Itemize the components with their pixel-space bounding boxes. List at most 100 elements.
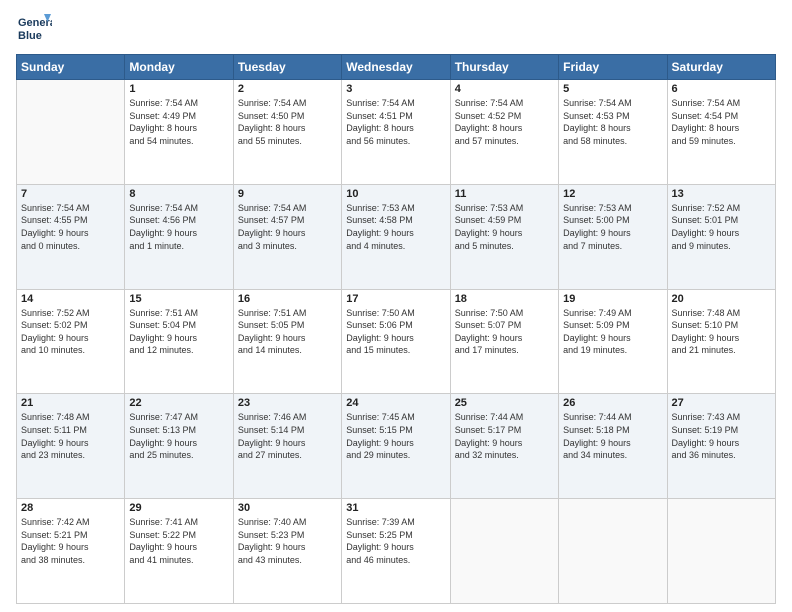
day-number: 5 — [563, 83, 662, 95]
day-cell: 13 Sunrise: 7:52 AM Sunset: 5:01 PM Dayli… — [667, 184, 775, 289]
day-number: 1 — [129, 83, 228, 95]
day-number: 12 — [563, 188, 662, 200]
day-cell: 23Sunrise: 7:46 AM Sunset: 5:14 PM Dayli… — [233, 394, 341, 499]
col-header-friday: Friday — [559, 55, 667, 80]
col-header-saturday: Saturday — [667, 55, 775, 80]
day-cell: 17Sunrise: 7:50 AM Sunset: 5:06 PM Dayli… — [342, 289, 450, 394]
day-cell: 16 Sunrise: 7:51 AM Sunset: 5:05 PM Dayli… — [233, 289, 341, 394]
col-header-thursday: Thursday — [450, 55, 558, 80]
day-cell: 19 Sunrise: 7:49 AM Sunset: 5:09 PM Dayli… — [559, 289, 667, 394]
day-info: Sunrise: 7:54 AM Sunset: 4:51 PM Dayligh… — [346, 97, 445, 147]
week-row-1: 1 Sunrise: 7:54 AM Sunset: 4:49 PM Daylig… — [17, 80, 776, 185]
day-info: Sunrise: 7:53 AM Sunset: 4:58 PM Dayligh… — [346, 202, 445, 252]
day-info: Sunrise: 7:39 AM Sunset: 5:25 PM Dayligh… — [346, 516, 445, 566]
day-number: 11 — [455, 188, 554, 200]
day-cell: 6 Sunrise: 7:54 AM Sunset: 4:54 PM Daylig… — [667, 80, 775, 185]
day-info: Sunrise: 7:43 AM Sunset: 5:19 PM Dayligh… — [672, 411, 771, 461]
header: General Blue — [16, 12, 776, 48]
day-cell: 10 Sunrise: 7:53 AM Sunset: 4:58 PM Dayli… — [342, 184, 450, 289]
day-cell: 26 Sunrise: 7:44 AM Sunset: 5:18 PM Dayli… — [559, 394, 667, 499]
day-number: 25 — [455, 397, 554, 409]
day-number: 4 — [455, 83, 554, 95]
day-info: Sunrise: 7:48 AM Sunset: 5:11 PM Dayligh… — [21, 411, 120, 461]
day-info: Sunrise: 7:48 AM Sunset: 5:10 PM Dayligh… — [672, 307, 771, 357]
day-info: Sunrise: 7:53 AM Sunset: 5:00 PM Dayligh… — [563, 202, 662, 252]
col-header-sunday: Sunday — [17, 55, 125, 80]
day-number: 8 — [129, 188, 228, 200]
day-cell: 28Sunrise: 7:42 AM Sunset: 5:21 PM Dayli… — [17, 499, 125, 604]
day-info: Sunrise: 7:54 AM Sunset: 4:57 PM Dayligh… — [238, 202, 337, 252]
day-cell — [450, 499, 558, 604]
day-info: Sunrise: 7:54 AM Sunset: 4:52 PM Dayligh… — [455, 97, 554, 147]
logo-icon: General Blue — [16, 12, 52, 48]
day-info: Sunrise: 7:51 AM Sunset: 5:05 PM Dayligh… — [238, 307, 337, 357]
day-cell: 31 Sunrise: 7:39 AM Sunset: 5:25 PM Dayli… — [342, 499, 450, 604]
day-cell: 5Sunrise: 7:54 AM Sunset: 4:53 PM Daylig… — [559, 80, 667, 185]
day-cell: 20Sunrise: 7:48 AM Sunset: 5:10 PM Dayli… — [667, 289, 775, 394]
day-info: Sunrise: 7:49 AM Sunset: 5:09 PM Dayligh… — [563, 307, 662, 357]
day-info: Sunrise: 7:50 AM Sunset: 5:06 PM Dayligh… — [346, 307, 445, 357]
day-info: Sunrise: 7:50 AM Sunset: 5:07 PM Dayligh… — [455, 307, 554, 357]
day-cell: 8 Sunrise: 7:54 AM Sunset: 4:56 PM Daylig… — [125, 184, 233, 289]
day-info: Sunrise: 7:52 AM Sunset: 5:01 PM Dayligh… — [672, 202, 771, 252]
day-number: 28 — [21, 502, 120, 514]
day-cell: 11 Sunrise: 7:53 AM Sunset: 4:59 PM Dayli… — [450, 184, 558, 289]
day-cell: 1 Sunrise: 7:54 AM Sunset: 4:49 PM Daylig… — [125, 80, 233, 185]
day-number: 30 — [238, 502, 337, 514]
logo: General Blue — [16, 12, 52, 48]
day-number: 3 — [346, 83, 445, 95]
day-cell: 3 Sunrise: 7:54 AM Sunset: 4:51 PM Daylig… — [342, 80, 450, 185]
day-info: Sunrise: 7:40 AM Sunset: 5:23 PM Dayligh… — [238, 516, 337, 566]
day-info: Sunrise: 7:41 AM Sunset: 5:22 PM Dayligh… — [129, 516, 228, 566]
day-number: 24 — [346, 397, 445, 409]
day-number: 10 — [346, 188, 445, 200]
day-info: Sunrise: 7:54 AM Sunset: 4:54 PM Dayligh… — [672, 97, 771, 147]
week-row-5: 28Sunrise: 7:42 AM Sunset: 5:21 PM Dayli… — [17, 499, 776, 604]
day-number: 21 — [21, 397, 120, 409]
col-header-tuesday: Tuesday — [233, 55, 341, 80]
day-info: Sunrise: 7:54 AM Sunset: 4:50 PM Dayligh… — [238, 97, 337, 147]
day-cell: 21 Sunrise: 7:48 AM Sunset: 5:11 PM Dayli… — [17, 394, 125, 499]
day-cell: 7Sunrise: 7:54 AM Sunset: 4:55 PM Daylig… — [17, 184, 125, 289]
day-info: Sunrise: 7:52 AM Sunset: 5:02 PM Dayligh… — [21, 307, 120, 357]
day-number: 15 — [129, 293, 228, 305]
day-info: Sunrise: 7:51 AM Sunset: 5:04 PM Dayligh… — [129, 307, 228, 357]
day-number: 19 — [563, 293, 662, 305]
day-number: 16 — [238, 293, 337, 305]
col-header-monday: Monday — [125, 55, 233, 80]
day-info: Sunrise: 7:44 AM Sunset: 5:17 PM Dayligh… — [455, 411, 554, 461]
day-info: Sunrise: 7:45 AM Sunset: 5:15 PM Dayligh… — [346, 411, 445, 461]
day-cell: 30 Sunrise: 7:40 AM Sunset: 5:23 PM Dayli… — [233, 499, 341, 604]
day-number: 7 — [21, 188, 120, 200]
day-cell: 18 Sunrise: 7:50 AM Sunset: 5:07 PM Dayli… — [450, 289, 558, 394]
calendar-table: SundayMondayTuesdayWednesdayThursdayFrid… — [16, 54, 776, 604]
day-number: 2 — [238, 83, 337, 95]
day-number: 22 — [129, 397, 228, 409]
day-cell: 22Sunrise: 7:47 AM Sunset: 5:13 PM Dayli… — [125, 394, 233, 499]
day-number: 18 — [455, 293, 554, 305]
page: General Blue SundayMondayTuesdayWednesda… — [0, 0, 792, 612]
day-number: 13 — [672, 188, 771, 200]
day-cell: 15 Sunrise: 7:51 AM Sunset: 5:04 PM Dayli… — [125, 289, 233, 394]
week-row-4: 21 Sunrise: 7:48 AM Sunset: 5:11 PM Dayli… — [17, 394, 776, 499]
day-info: Sunrise: 7:53 AM Sunset: 4:59 PM Dayligh… — [455, 202, 554, 252]
day-cell: 14Sunrise: 7:52 AM Sunset: 5:02 PM Dayli… — [17, 289, 125, 394]
day-cell — [667, 499, 775, 604]
week-row-2: 7Sunrise: 7:54 AM Sunset: 4:55 PM Daylig… — [17, 184, 776, 289]
day-info: Sunrise: 7:54 AM Sunset: 4:49 PM Dayligh… — [129, 97, 228, 147]
day-cell: 2 Sunrise: 7:54 AM Sunset: 4:50 PM Daylig… — [233, 80, 341, 185]
day-number: 27 — [672, 397, 771, 409]
day-number: 6 — [672, 83, 771, 95]
day-number: 31 — [346, 502, 445, 514]
day-number: 26 — [563, 397, 662, 409]
day-info: Sunrise: 7:44 AM Sunset: 5:18 PM Dayligh… — [563, 411, 662, 461]
day-cell — [559, 499, 667, 604]
day-number: 9 — [238, 188, 337, 200]
day-info: Sunrise: 7:46 AM Sunset: 5:14 PM Dayligh… — [238, 411, 337, 461]
day-info: Sunrise: 7:54 AM Sunset: 4:56 PM Dayligh… — [129, 202, 228, 252]
calendar-header-row: SundayMondayTuesdayWednesdayThursdayFrid… — [17, 55, 776, 80]
day-cell: 4 Sunrise: 7:54 AM Sunset: 4:52 PM Daylig… — [450, 80, 558, 185]
svg-text:Blue: Blue — [18, 30, 42, 42]
day-cell: 25 Sunrise: 7:44 AM Sunset: 5:17 PM Dayli… — [450, 394, 558, 499]
day-cell — [17, 80, 125, 185]
